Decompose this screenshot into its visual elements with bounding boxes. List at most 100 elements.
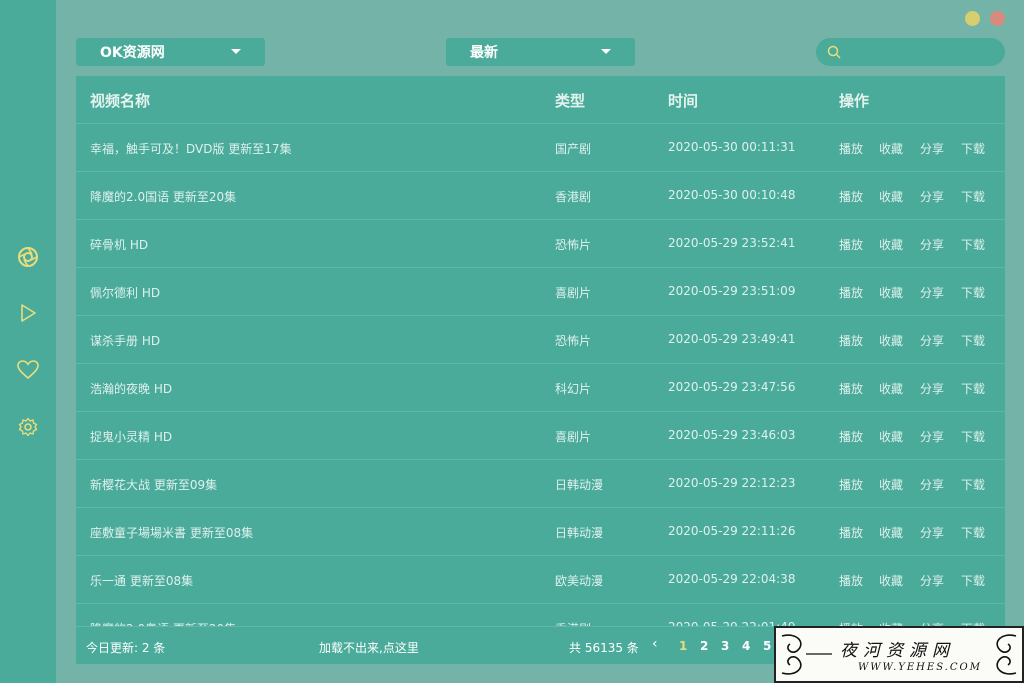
table-row[interactable]: 捉鬼小灵精 HD 喜剧片 2020-05-29 23:46:03 播放 收藏 分享 下载 [76, 412, 1005, 460]
page-2[interactable]: 2 [700, 639, 708, 653]
favorite-button[interactable]: 收藏 [879, 476, 903, 493]
table-row[interactable]: 乐一通 更新至08集 欧美动漫 2020-05-29 22:04:38 播放 收藏 分享下… [76, 556, 1005, 604]
download-button[interactable]: 下载 [961, 188, 985, 205]
share-button[interactable]: 分享 [920, 188, 944, 205]
favorite-button[interactable]: 收藏 [879, 140, 903, 157]
video-time: 2020-05-29 23:51:09 [668, 284, 796, 298]
share-button[interactable]: 分享 [920, 284, 944, 301]
share-button[interactable]: 分享 [920, 428, 944, 445]
source-select[interactable]: OK资源网 [76, 38, 265, 66]
table-body: 幸福，触手可及！DVD版 更新至17集 国产剧 2020-05-30 00:11:3… [76, 124, 1005, 626]
share-button[interactable]: 分享 [920, 476, 944, 493]
video-time: 2020-05-30 00:11:31 [668, 140, 796, 154]
table-row[interactable]: 碎骨机 HD 恐怖片 2020-05-29 23:52:41 播放 收藏 分享 下载 [76, 220, 1005, 268]
download-button[interactable]: 下载 [961, 476, 985, 493]
close-button[interactable] [990, 11, 1005, 26]
play-icon[interactable] [14, 299, 42, 327]
play-button[interactable]: 播放 [839, 236, 863, 253]
sort-select[interactable]: 最新 [446, 38, 635, 66]
share-button[interactable]: 分享 [920, 236, 944, 253]
download-button[interactable]: 下载 [961, 332, 985, 349]
favorite-button[interactable]: 收藏 [879, 524, 903, 541]
table-row[interactable]: 谋杀手册 HD 恐怖片 2020-05-29 23:49:41 播放 收藏 分享 下载 [76, 316, 1005, 364]
page-4[interactable]: 4 [742, 639, 750, 653]
video-name[interactable]: 新樱花大战 更新至09集 [90, 476, 217, 493]
video-name[interactable]: 浩瀚的夜晚 HD [90, 380, 172, 397]
favorite-button[interactable]: 收藏 [879, 236, 903, 253]
header-actions: 操作 [839, 92, 870, 110]
favorite-button[interactable]: 收藏 [879, 380, 903, 397]
video-name[interactable]: 乐一通 更新至08集 [90, 572, 193, 589]
play-button[interactable]: 播放 [839, 332, 863, 349]
table-row[interactable]: 新樱花大战 更新至09集 日韩动漫 2020-05-29 22:12:23 播放 收藏分… [76, 460, 1005, 508]
minimize-button[interactable] [965, 11, 980, 26]
video-name[interactable]: 碎骨机 HD [90, 236, 148, 253]
total-count: 共 56135 条 [569, 641, 639, 655]
favorite-button[interactable]: 收藏 [879, 188, 903, 205]
video-name[interactable]: 幸福，触手可及！DVD版 更新至17集 [90, 140, 292, 157]
play-button[interactable]: 播放 [839, 140, 863, 157]
video-name[interactable]: 捉鬼小灵精 HD [90, 428, 172, 445]
gear-icon[interactable] [14, 413, 42, 441]
watermark-title: 夜河资源网 [840, 641, 955, 661]
video-table-panel: 视频名称 类型 时间 操作 幸福，触手可及！DVD版 更新至17集 国产剧 2020… [76, 76, 1005, 664]
share-button[interactable]: 分享 [920, 140, 944, 157]
play-button[interactable]: 播放 [839, 284, 863, 301]
video-time: 2020-05-29 23:46:03 [668, 428, 796, 442]
favorite-button[interactable]: 收藏 [879, 332, 903, 349]
download-button[interactable]: 下载 [961, 524, 985, 541]
play-button[interactable]: 播放 [839, 476, 863, 493]
video-time: 2020-05-29 23:52:41 [668, 236, 796, 250]
download-button[interactable]: 下载 [961, 428, 985, 445]
download-button[interactable]: 下载 [961, 380, 985, 397]
header-time: 时间 [668, 92, 699, 110]
favorite-button[interactable]: 收藏 [879, 284, 903, 301]
video-name[interactable]: 佩尔德利 HD [90, 284, 160, 301]
table-row[interactable]: 浩瀚的夜晚 HD 科幻片 2020-05-29 23:47:56 播放 收藏 分享 下载 [76, 364, 1005, 412]
video-type: 恐怖片 [555, 334, 592, 348]
share-button[interactable]: 分享 [920, 524, 944, 541]
table-row[interactable]: 降魔的2.0国语 更新至20集 香港剧 2020-05-30 00:10:48 播放收… [76, 172, 1005, 220]
reload-link[interactable]: 加载不出来,点这里 [319, 639, 419, 656]
download-button[interactable]: 下载 [961, 140, 985, 157]
table-row[interactable]: 降魔的2.0粤语 更新至20集香港剧2020-05-29 22:01:49播放收… [76, 604, 1005, 626]
play-button[interactable]: 播放 [839, 428, 863, 445]
download-button[interactable]: 下载 [961, 236, 985, 253]
play-button[interactable]: 播放 [839, 380, 863, 397]
play-button[interactable]: 播放 [839, 188, 863, 205]
heart-icon[interactable] [14, 356, 42, 384]
video-time: 2020-05-29 23:47:56 [668, 380, 796, 394]
download-button[interactable]: 下载 [961, 284, 985, 301]
video-name[interactable]: 座敷童子場場米書 更新至08集 [90, 524, 253, 541]
chevron-down-icon [231, 49, 241, 54]
video-type: 日韩动漫 [555, 478, 604, 492]
play-button[interactable]: 播放 [839, 572, 863, 589]
table-row[interactable]: 幸福，触手可及！DVD版 更新至17集 国产剧 2020-05-30 00:11:3… [76, 124, 1005, 172]
favorite-button[interactable]: 收藏 [879, 428, 903, 445]
share-button[interactable]: 分享 [920, 332, 944, 349]
video-type: 香港剧 [555, 190, 592, 204]
favorite-button[interactable]: 收藏 [879, 572, 903, 589]
video-type: 恐怖片 [555, 238, 592, 252]
play-button[interactable]: 播放 [839, 524, 863, 541]
search-input[interactable] [848, 42, 1000, 64]
search-icon [826, 44, 842, 64]
watermark-url: WWW.YEHES.COM [858, 662, 982, 673]
header-type: 类型 [555, 92, 586, 110]
share-button[interactable]: 分享 [920, 380, 944, 397]
watermark-logo: 夜河资源网 WWW.YEHES.COM [774, 626, 1024, 683]
video-type: 喜剧片 [555, 286, 592, 300]
video-name[interactable]: 谋杀手册 HD [90, 332, 160, 349]
video-type: 日韩动漫 [555, 526, 604, 540]
page-1[interactable]: 1 [679, 639, 687, 653]
search-box[interactable] [816, 38, 1005, 66]
table-row[interactable]: 座敷童子場場米書 更新至08集 日韩动漫 2020-05-29 22:11:26 播放… [76, 508, 1005, 556]
aperture-icon[interactable] [14, 243, 42, 271]
download-button[interactable]: 下载 [961, 572, 985, 589]
table-row[interactable]: 佩尔德利 HD 喜剧片 2020-05-29 23:51:09 播放 收藏 分享 下载 [76, 268, 1005, 316]
video-name[interactable]: 降魔的2.0国语 更新至20集 [90, 188, 236, 205]
prev-page-button[interactable]: ‹ [652, 636, 658, 652]
page-5[interactable]: 5 [763, 639, 771, 653]
share-button[interactable]: 分享 [920, 572, 944, 589]
page-3[interactable]: 3 [721, 639, 729, 653]
